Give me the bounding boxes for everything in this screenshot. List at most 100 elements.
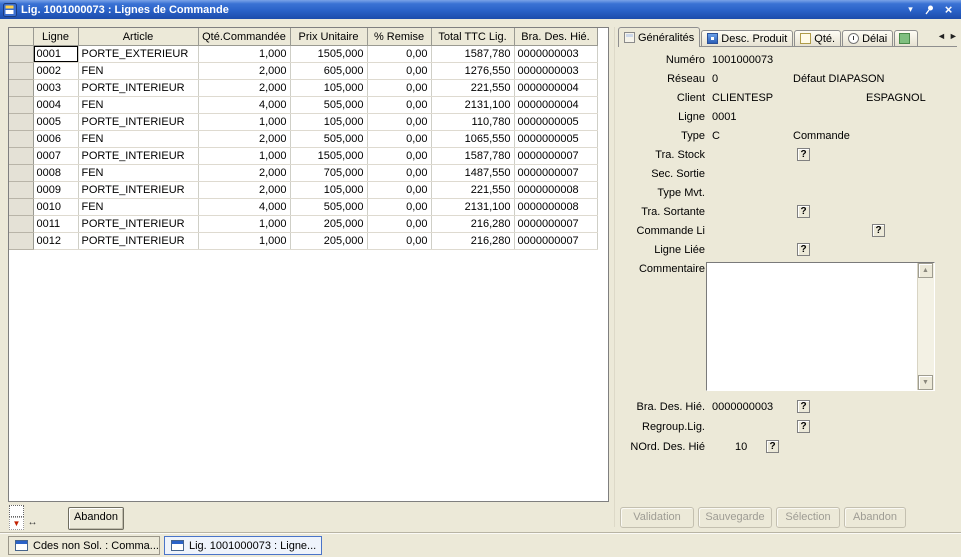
selection-button[interactable]: Sélection	[776, 507, 840, 528]
abandon-button-right[interactable]: Abandon	[844, 507, 906, 528]
table-cell[interactable]: 221,550	[431, 182, 514, 199]
nord-des-hie-help-button[interactable]: ?	[766, 440, 779, 453]
table-cell[interactable]: FEN	[78, 97, 198, 114]
table-cell[interactable]: 1,000	[198, 216, 290, 233]
table-cell[interactable]: PORTE_INTERIEUR	[78, 182, 198, 199]
table-cell[interactable]: 0010	[33, 199, 78, 216]
table-cell[interactable]: 0,00	[367, 114, 431, 131]
row-selector[interactable]	[9, 63, 33, 80]
tab-generalites[interactable]: Généralités	[618, 27, 700, 47]
table-cell[interactable]: 1,000	[198, 46, 290, 63]
table-cell[interactable]: 105,000	[290, 80, 367, 97]
table-cell[interactable]: 4,000	[198, 97, 290, 114]
tab-scroll-left-button[interactable]: ◄	[937, 31, 946, 41]
table-cell[interactable]: 0000000005	[514, 114, 597, 131]
sauvegarde-button[interactable]: Sauvegarde	[698, 507, 772, 528]
table-cell[interactable]: 0008	[33, 165, 78, 182]
table-cell[interactable]: 605,000	[290, 63, 367, 80]
table-cell[interactable]: 0000000004	[514, 97, 597, 114]
table-cell[interactable]: 110,780	[431, 114, 514, 131]
window-menu-arrow-icon[interactable]: ▾	[903, 3, 918, 17]
row-selector[interactable]	[9, 216, 33, 233]
row-selector[interactable]	[9, 80, 33, 97]
abandon-button-left[interactable]: Abandon	[68, 507, 124, 530]
table-cell[interactable]: 2131,100	[431, 97, 514, 114]
commentaire-scrollbar[interactable]: ▲ ▼	[917, 263, 934, 390]
table-cell[interactable]: 0,00	[367, 216, 431, 233]
row-selector[interactable]	[9, 114, 33, 131]
tra-sortante-help-button[interactable]: ?	[797, 205, 810, 218]
column-header-bra-des-hie[interactable]: Bra. Des. Hié.	[514, 28, 597, 46]
row-selector[interactable]	[9, 148, 33, 165]
table-cell[interactable]: 0,00	[367, 131, 431, 148]
table-cell[interactable]: 0000000008	[514, 182, 597, 199]
table-cell[interactable]: 0,00	[367, 80, 431, 97]
table-cell[interactable]: 0006	[33, 131, 78, 148]
table-cell[interactable]: 0000000008	[514, 199, 597, 216]
table-cell[interactable]: 0004	[33, 97, 78, 114]
table-row[interactable]: 0010FEN4,000505,0000,002131,100000000000…	[9, 199, 597, 216]
table-cell[interactable]: 1505,000	[290, 148, 367, 165]
taskbar-tab-lig-1001000073[interactable]: Lig. 1001000073 : Ligne...	[164, 536, 322, 555]
table-cell[interactable]: 0012	[33, 233, 78, 250]
table-cell[interactable]: FEN	[78, 131, 198, 148]
table-row[interactable]: 0009PORTE_INTERIEUR2,000105,0000,00221,5…	[9, 182, 597, 199]
table-cell[interactable]: PORTE_INTERIEUR	[78, 148, 198, 165]
table-cell[interactable]: 0000000004	[514, 80, 597, 97]
tra-stock-help-button[interactable]: ?	[797, 148, 810, 161]
table-cell[interactable]: 216,280	[431, 216, 514, 233]
table-row[interactable]: 0008FEN2,000705,0000,001487,550000000000…	[9, 165, 597, 182]
scroll-down-icon[interactable]: ▼	[918, 375, 933, 390]
table-cell[interactable]: 0000000007	[514, 216, 597, 233]
table-cell[interactable]: 505,000	[290, 131, 367, 148]
table-cell[interactable]: 1,000	[198, 233, 290, 250]
column-header-qte-commandee[interactable]: Qté.Commandée	[198, 28, 290, 46]
table-cell[interactable]: 2,000	[198, 131, 290, 148]
table-cell[interactable]: 0,00	[367, 46, 431, 63]
table-cell[interactable]: 0,00	[367, 182, 431, 199]
table-cell[interactable]: FEN	[78, 63, 198, 80]
table-row[interactable]: 0012PORTE_INTERIEUR1,000205,0000,00216,2…	[9, 233, 597, 250]
tab-more[interactable]	[894, 30, 918, 47]
table-cell[interactable]: PORTE_INTERIEUR	[78, 114, 198, 131]
table-cell[interactable]: 505,000	[290, 199, 367, 216]
table-cell[interactable]: 0003	[33, 80, 78, 97]
table-cell[interactable]: PORTE_INTERIEUR	[78, 233, 198, 250]
table-row[interactable]: 0007PORTE_INTERIEUR1,0001505,0000,001587…	[9, 148, 597, 165]
tab-qte[interactable]: Qté.	[794, 30, 841, 47]
table-cell[interactable]: 0,00	[367, 165, 431, 182]
table-cell[interactable]: 0000000007	[514, 148, 597, 165]
table-cell[interactable]: 0000000003	[514, 46, 597, 63]
table-cell[interactable]: 205,000	[290, 233, 367, 250]
table-row[interactable]: 0004FEN4,000505,0000,002131,100000000000…	[9, 97, 597, 114]
selector-column-header[interactable]	[9, 28, 33, 46]
table-cell[interactable]: PORTE_INTERIEUR	[78, 216, 198, 233]
scroll-up-icon[interactable]: ▲	[918, 263, 933, 278]
table-cell[interactable]: 205,000	[290, 216, 367, 233]
table-cell[interactable]: 0000000007	[514, 233, 597, 250]
table-cell[interactable]: 1,000	[198, 148, 290, 165]
table-cell[interactable]: 0,00	[367, 63, 431, 80]
tab-delai[interactable]: Délai	[842, 30, 893, 47]
column-header-prix-unitaire[interactable]: Prix Unitaire	[290, 28, 367, 46]
table-cell[interactable]: 1587,780	[431, 46, 514, 63]
validation-button[interactable]: Validation	[620, 507, 694, 528]
row-selector[interactable]	[9, 131, 33, 148]
table-cell[interactable]: FEN	[78, 199, 198, 216]
table-cell[interactable]: 0,00	[367, 233, 431, 250]
bra-des-hie-help-button[interactable]: ?	[797, 400, 810, 413]
row-selector[interactable]	[9, 97, 33, 114]
table-cell[interactable]: 0,00	[367, 148, 431, 165]
table-cell[interactable]: 0,00	[367, 97, 431, 114]
table-cell[interactable]: 1587,780	[431, 148, 514, 165]
table-cell[interactable]: 705,000	[290, 165, 367, 182]
column-header-ligne[interactable]: Ligne	[33, 28, 78, 46]
table-cell[interactable]: 0011	[33, 216, 78, 233]
table-cell[interactable]: 1065,550	[431, 131, 514, 148]
table-cell[interactable]: 105,000	[290, 114, 367, 131]
table-cell[interactable]: 2,000	[198, 182, 290, 199]
table-cell[interactable]: 0005	[33, 114, 78, 131]
regroup-lig-help-button[interactable]: ?	[797, 420, 810, 433]
row-selector[interactable]	[9, 233, 33, 250]
table-row[interactable]: 0003PORTE_INTERIEUR2,000105,0000,00221,5…	[9, 80, 597, 97]
